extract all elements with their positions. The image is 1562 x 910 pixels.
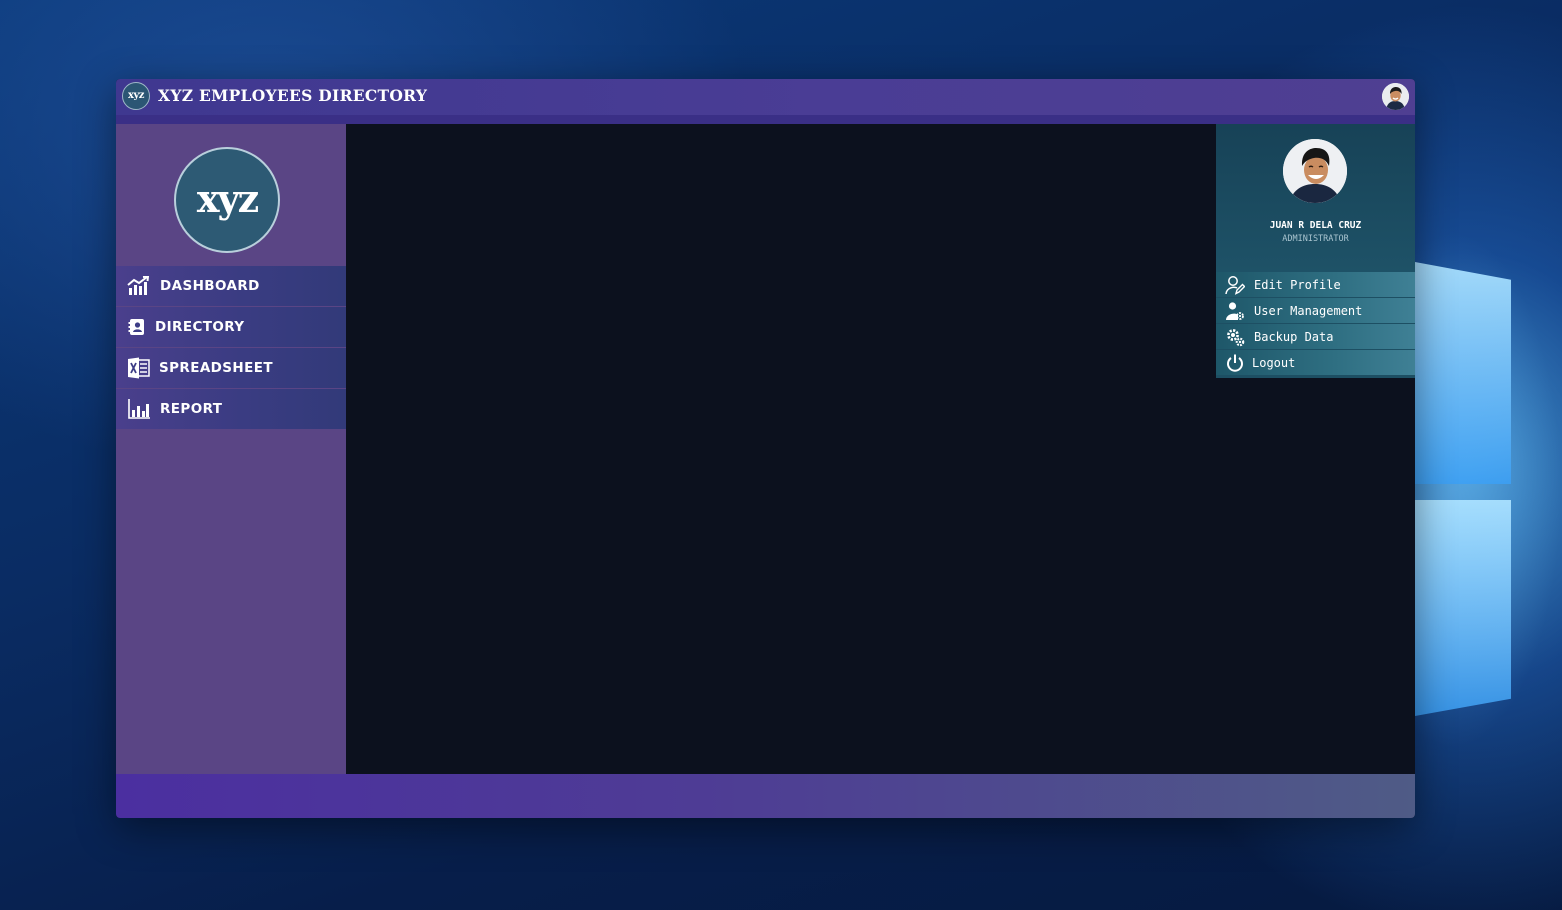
menu-item-backup-data[interactable]: Backup Data (1216, 324, 1415, 349)
app-logo: xyz (122, 82, 150, 110)
app-title: XYZ EMPLOYEES DIRECTORY (158, 86, 428, 105)
user-avatar-button[interactable] (1382, 83, 1409, 110)
sidebar-logo: xyz (174, 147, 280, 253)
sidebar-item-dashboard[interactable]: DASHBOARD (116, 266, 346, 306)
excel-icon (127, 357, 151, 379)
sidebar-nav: DASHBOARD DIRECTORY SPREADSHEET REPORT (116, 266, 346, 430)
menu-item-label: Edit Profile (1254, 277, 1341, 292)
desktop-window-logo-pane (1415, 500, 1511, 716)
menu-item-logout[interactable]: Logout (1216, 350, 1415, 375)
user-profile-header: JUAN R DELA CRUZ ADMINISTRATOR (1216, 124, 1415, 272)
menu-item-user-management[interactable]: User Management (1216, 298, 1415, 323)
app-window: xyz XYZ EMPLOYEES DIRECTORY xyz DASHBOAR… (116, 79, 1415, 818)
menu-item-label: Backup Data (1254, 329, 1334, 344)
avatar-photo-icon (1382, 83, 1409, 110)
sidebar: xyz DASHBOARD DIRECTORY SPREADSHEET REPO… (116, 124, 346, 774)
user-role: ADMINISTRATOR (1282, 234, 1349, 244)
sidebar-item-spreadsheet[interactable]: SPREADSHEET (116, 348, 346, 388)
desktop-window-logo-pane (1415, 262, 1511, 484)
menu-item-edit-profile[interactable]: Edit Profile (1216, 272, 1415, 297)
sidebar-item-label: REPORT (160, 401, 223, 417)
gears-icon (1225, 327, 1245, 347)
sidebar-item-report[interactable]: REPORT (116, 389, 346, 429)
title-bar: xyz XYZ EMPLOYEES DIRECTORY (116, 79, 1415, 124)
report-chart-icon (127, 398, 151, 420)
sidebar-item-label: SPREADSHEET (159, 360, 273, 376)
sidebar-item-label: DASHBOARD (160, 278, 260, 294)
sidebar-item-label: DIRECTORY (155, 319, 245, 335)
profile-avatar (1283, 139, 1347, 203)
avatar-photo-icon (1283, 139, 1347, 203)
user-edit-icon (1225, 275, 1245, 295)
user-name: JUAN R DELA CRUZ (1269, 220, 1362, 231)
menu-item-label: Logout (1252, 355, 1296, 370)
user-menu: Edit Profile User Management Backup Data… (1216, 272, 1415, 376)
status-footer (116, 774, 1415, 818)
main-content-area (346, 124, 1216, 774)
bar-chart-growth-icon (127, 275, 151, 297)
menu-item-label: User Management (1254, 303, 1363, 318)
address-book-icon (125, 316, 149, 338)
user-menu-panel: JUAN R DELA CRUZ ADMINISTRATOR Edit Prof… (1216, 124, 1415, 378)
power-icon (1225, 353, 1245, 373)
sidebar-item-directory[interactable]: DIRECTORY (116, 307, 346, 347)
user-gear-icon (1225, 301, 1245, 321)
